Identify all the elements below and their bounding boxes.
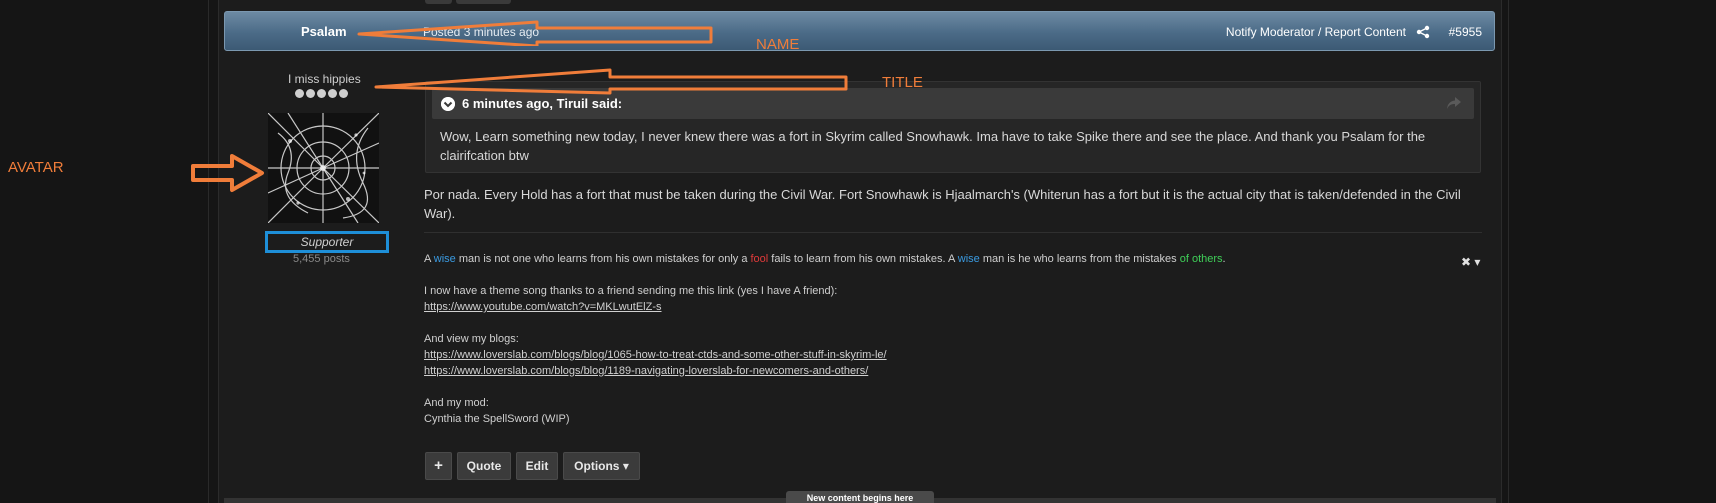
sig-mod-intro: And my mod:	[424, 397, 489, 409]
sig-word-wise: wise	[957, 253, 980, 265]
sig-word-others: of others	[1179, 253, 1223, 265]
rank-pip	[317, 89, 326, 98]
sig-text: .	[1222, 253, 1226, 265]
rank-pip	[339, 89, 348, 98]
report-content-link[interactable]: Notify Moderator / Report Content	[1226, 25, 1406, 39]
avatar-arrow	[191, 154, 264, 192]
new-content-marker: New content begins here	[786, 491, 934, 503]
title-annotation: TITLE	[882, 74, 923, 91]
sig-word-wise: wise	[433, 253, 456, 265]
post-body: Por nada. Every Hold has a fort that mus…	[424, 187, 1461, 221]
signature-divider	[424, 232, 1482, 233]
rank-pip	[328, 89, 337, 98]
quote-text: Wow, Learn something new today, I never …	[440, 129, 1426, 163]
sig-theme-intro: I now have a theme song thanks to a frie…	[424, 285, 838, 297]
options-button[interactable]: Options ▾	[563, 452, 640, 480]
go-to-quoted-post-icon[interactable]	[1446, 96, 1462, 110]
right-gutter-line	[1508, 0, 1509, 503]
blog-link-1[interactable]: https://www.loverslab.com/blogs/blog/106…	[424, 349, 887, 361]
rank-pips	[295, 89, 348, 98]
edit-button[interactable]: Edit	[516, 452, 558, 480]
sig-text: man is not one who learns from his own m…	[455, 253, 751, 265]
left-gutter-line	[208, 0, 209, 503]
sig-text: man is he who learns from the mistakes	[979, 253, 1180, 265]
multiquote-button[interactable]: +	[425, 452, 452, 480]
quote-button[interactable]: Quote	[457, 452, 511, 480]
sig-word-fool: fool	[750, 253, 769, 265]
signature-toggle-button[interactable]: ✖ ▾	[1461, 255, 1480, 269]
quote-citation: 6 minutes ago, Tiruil said:	[462, 96, 623, 111]
post-number-link[interactable]: #5955	[1449, 25, 1482, 39]
avatar[interactable]	[268, 113, 379, 223]
chevron-down-icon[interactable]	[441, 97, 455, 111]
title-arrow	[374, 68, 848, 95]
name-annotation: NAME	[756, 36, 800, 53]
avatar-annotation: AVATAR	[8, 159, 64, 176]
sig-text: A	[424, 253, 434, 265]
signature: A wise man is not one who learns from hi…	[424, 251, 1424, 427]
user-title: I miss hippies	[288, 72, 361, 86]
rank-pip	[306, 89, 315, 98]
sig-text: fails to learn from his own mistakes. A	[768, 253, 958, 265]
member-group-badge: Supporter	[265, 231, 389, 253]
youtube-link[interactable]: https://www.youtube.com/watch?v=MKLwutEl…	[424, 301, 662, 313]
rank-pip	[295, 89, 304, 98]
sig-mod-name: Cynthia the SpellSword (WIP)	[424, 413, 570, 425]
blog-link-2[interactable]: https://www.loverslab.com/blogs/blog/118…	[424, 365, 868, 377]
post-author-link[interactable]: Psalam	[301, 24, 347, 39]
name-arrow	[357, 20, 713, 46]
share-icon[interactable]	[1416, 25, 1430, 39]
prev-button-stub-2	[456, 0, 511, 4]
sig-blogs-intro: And view my blogs:	[424, 333, 519, 345]
signature-quote-line: A wise man is not one who learns from hi…	[424, 251, 1424, 267]
prev-button-stub	[425, 0, 452, 4]
post-count: 5,455 posts	[293, 253, 350, 265]
